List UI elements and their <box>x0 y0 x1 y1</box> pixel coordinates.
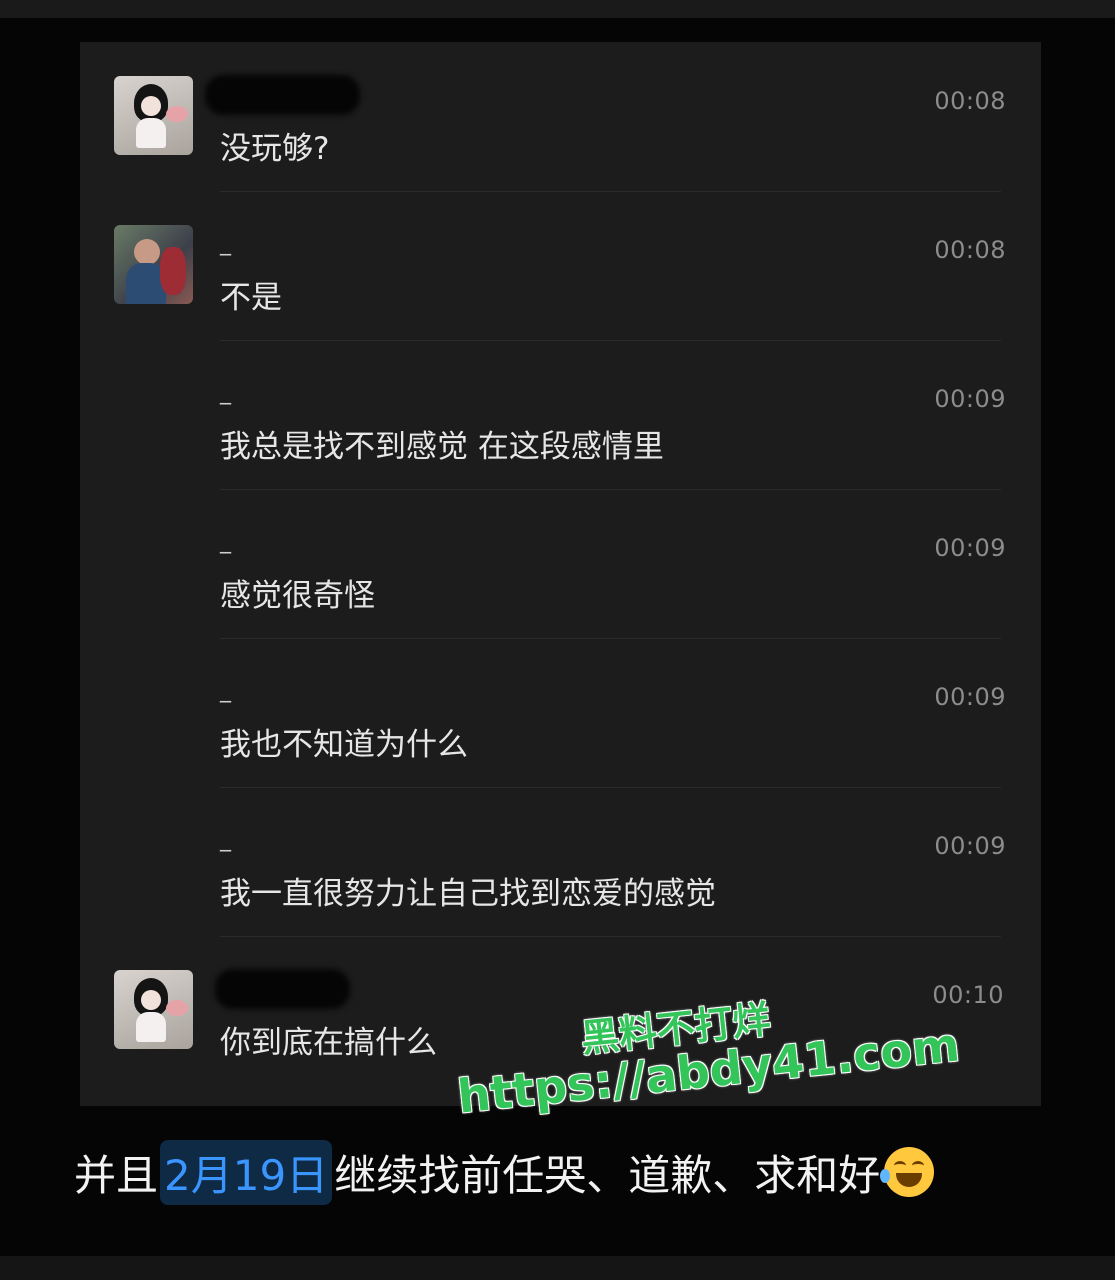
rolling-laughing-emoji-icon <box>880 1147 935 1197</box>
chat-message: _ 00:09 我总是找不到感觉 在这段感情里 <box>80 340 1041 489</box>
chat-message: _ 00:09 我也不知道为什么 <box>80 638 1041 787</box>
message-divider <box>220 638 1001 639</box>
message-time: 00:10 <box>932 981 1004 1009</box>
sender-nickname: _ <box>220 827 231 852</box>
sender-nickname: _ <box>220 231 231 256</box>
top-border <box>0 0 1115 18</box>
message-divider <box>220 489 1001 490</box>
message-time: 00:09 <box>934 534 1006 562</box>
redacted-nickname <box>205 75 360 115</box>
message-divider <box>220 191 1001 192</box>
message-divider <box>220 936 1001 937</box>
sender-avatar[interactable] <box>114 225 193 304</box>
message-time: 00:09 <box>934 832 1006 860</box>
message-time: 00:09 <box>934 683 1006 711</box>
redacted-nickname <box>215 969 350 1009</box>
caption-date-highlight: 2月19日 <box>160 1139 333 1205</box>
message-time: 00:08 <box>934 236 1006 264</box>
sender-avatar[interactable] <box>114 76 193 155</box>
sender-nickname: _ <box>220 678 231 703</box>
message-divider <box>220 340 1001 341</box>
chat-history-panel: 00:08 没玩够? _ 00:08 不是 _ 00:09 我总是找不到感觉 在… <box>80 42 1041 1106</box>
sender-avatar[interactable] <box>114 970 193 1049</box>
message-text: 没玩够? <box>220 131 330 167</box>
message-text: 你到底在搞什么 <box>220 1025 437 1061</box>
message-text: 我也不知道为什么 <box>220 727 468 763</box>
caption-text-after: 继续找前任哭、道歉、求和好 <box>334 1150 881 1200</box>
chat-message: _ 00:09 我一直很努力让自己找到恋爱的感觉 <box>80 787 1041 936</box>
message-text: 我一直很努力让自己找到恋爱的感觉 <box>220 876 716 912</box>
message-text: 不是 <box>220 280 282 316</box>
message-time: 00:09 <box>934 385 1006 413</box>
message-time: 00:08 <box>934 87 1006 115</box>
sender-nickname: _ <box>220 529 231 554</box>
chat-message: 00:10 你到底在搞什么 <box>80 936 1041 1085</box>
sender-nickname: _ <box>220 380 231 405</box>
message-text: 感觉很奇怪 <box>220 578 375 614</box>
bottom-border <box>0 1256 1115 1280</box>
message-divider <box>220 787 1001 788</box>
caption: 并且 2月19日 继续找前任哭、道歉、求和好 <box>74 1139 935 1205</box>
caption-text-before: 并且 <box>74 1150 159 1200</box>
chat-message: _ 00:08 不是 <box>80 191 1041 340</box>
chat-message: 00:08 没玩够? <box>80 42 1041 191</box>
chat-message: _ 00:09 感觉很奇怪 <box>80 489 1041 638</box>
message-text: 我总是找不到感觉 在这段感情里 <box>220 429 664 465</box>
